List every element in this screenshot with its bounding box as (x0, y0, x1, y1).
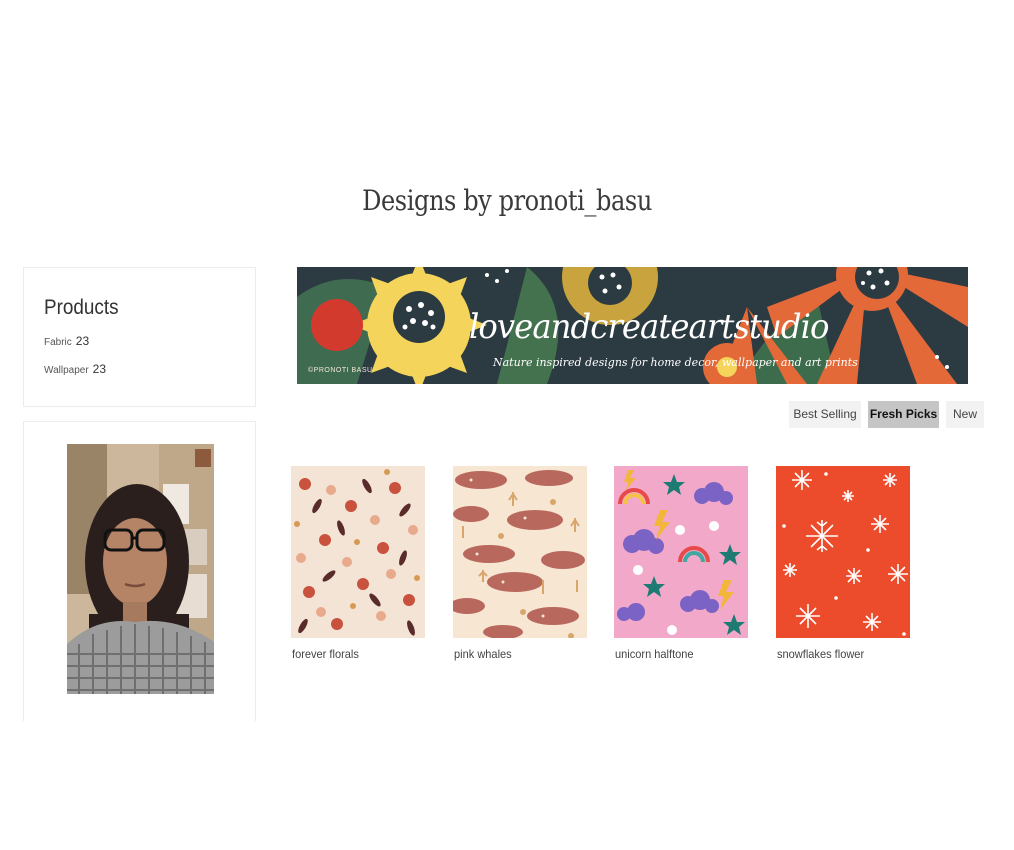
page-title: Designs by pronoti_basu (362, 184, 652, 217)
design-thumbnail-snowflakes-flower[interactable] (776, 466, 910, 638)
sort-best-selling-button[interactable]: Best Selling (789, 401, 861, 428)
design-title[interactable]: snowflakes flower (777, 647, 864, 661)
products-item-count: 23 (92, 362, 107, 376)
products-item-label: Wallpaper (44, 365, 89, 376)
design-title[interactable]: pink whales (454, 647, 512, 661)
products-item-wallpaper[interactable]: Wallpaper 23 (44, 362, 106, 376)
design-thumbnail-unicorn-halftone[interactable] (614, 466, 748, 638)
shop-banner: loveandcreateartstudio Nature inspired d… (297, 267, 968, 384)
design-title[interactable]: unicorn halftone (615, 647, 694, 661)
avatar (67, 444, 214, 694)
products-card: Products Fabric 23 Wallpaper 23 (23, 267, 256, 407)
sort-new-button[interactable]: New (946, 401, 984, 428)
banner-tagline: Nature inspired designs for home decor, … (493, 356, 858, 369)
design-thumbnail-pink-whales[interactable] (453, 466, 587, 638)
banner-shop-name: loveandcreateartstudio (469, 307, 829, 347)
products-heading: Products (44, 296, 119, 319)
products-item-fabric[interactable]: Fabric 23 (44, 334, 89, 348)
design-title[interactable]: forever florals (292, 647, 359, 661)
banner-credit: ©PRONOTI BASU (308, 367, 373, 374)
products-item-count: 23 (75, 334, 90, 348)
design-thumbnail-forever-florals[interactable] (291, 466, 425, 638)
products-item-label: Fabric (44, 337, 72, 348)
sort-fresh-picks-button[interactable]: Fresh Picks (868, 401, 939, 428)
profile-card (23, 421, 256, 721)
